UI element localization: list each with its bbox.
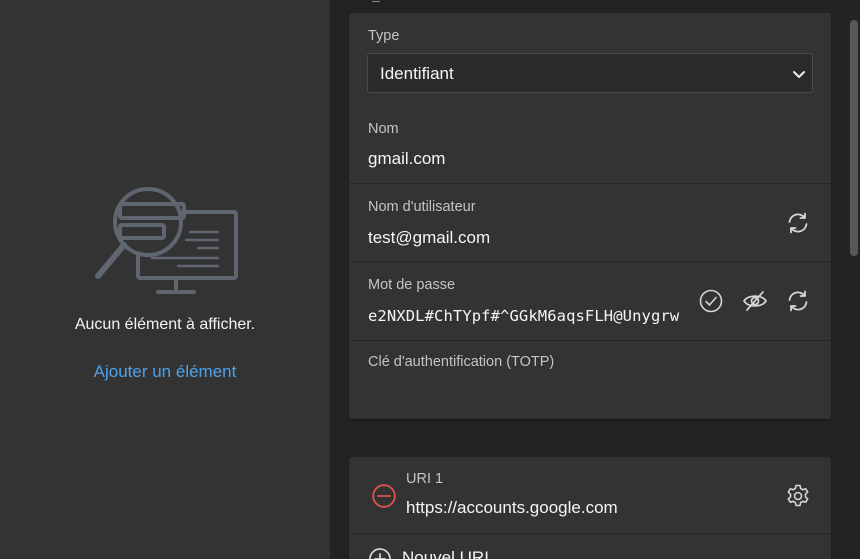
search-screen-illustration-icon — [92, 182, 242, 297]
password-field[interactable]: e2NXDL#ChTYpf#^GGkM6aqsFLH@Unygrw — [368, 307, 679, 325]
add-item-link[interactable]: Ajouter un élément — [0, 362, 330, 382]
password-row[interactable]: Mot de passe e2NXDL#ChTYpf#^GGkM6aqsFLH@… — [349, 262, 831, 341]
username-row[interactable]: Nom d'utilisateur test@gmail.com — [349, 184, 831, 262]
plus-circle-icon[interactable] — [368, 547, 392, 559]
uri-row: URI 1 https://accounts.google.com — [349, 457, 831, 534]
username-label: Nom d'utilisateur — [368, 199, 476, 215]
name-row[interactable]: Nom gmail.com — [349, 109, 831, 184]
uri-label: URI 1 — [406, 471, 444, 487]
item-details-card: Type Identifiant Nom gmail.com Nom d'uti… — [349, 13, 831, 419]
refresh-icon — [788, 290, 808, 312]
generate-password-button[interactable] — [785, 288, 811, 314]
scrollbar[interactable] — [849, 0, 860, 559]
items-list-pane: Aucun élément à afficher. Ajouter un élé… — [0, 0, 330, 559]
gear-icon — [787, 484, 809, 507]
section-header-fragment — [372, 0, 380, 2]
remove-uri-button[interactable] — [371, 483, 396, 508]
chevron-down-icon — [792, 67, 806, 81]
uri-settings-button[interactable] — [785, 483, 811, 509]
name-field[interactable]: gmail.com — [368, 149, 445, 169]
username-field[interactable]: test@gmail.com — [368, 228, 490, 248]
toggle-password-visibility-button[interactable] — [742, 288, 768, 314]
new-uri-button[interactable]: Nouvel URI — [402, 548, 489, 559]
check-circle-icon — [699, 289, 723, 313]
uris-card: URI 1 https://accounts.google.com Nouvel… — [349, 457, 831, 559]
totp-label: Clé d'authentification (TOTP) — [368, 354, 555, 370]
name-label: Nom — [368, 121, 399, 137]
uri-field[interactable]: https://accounts.google.com — [406, 498, 618, 518]
empty-state-message: Aucun élément à afficher. — [74, 316, 256, 333]
eye-slash-icon — [743, 291, 767, 311]
scrollbar-thumb[interactable] — [850, 20, 858, 256]
totp-row[interactable]: Clé d'authentification (TOTP) — [349, 341, 831, 419]
check-password-button[interactable] — [698, 288, 724, 314]
minus-circle-icon — [372, 484, 396, 508]
type-select[interactable]: Identifiant — [367, 53, 813, 93]
refresh-icon — [788, 212, 808, 234]
type-label: Type — [368, 28, 400, 44]
generate-username-button[interactable] — [785, 210, 811, 236]
type-select-value: Identifiant — [380, 64, 454, 83]
type-row: Type Identifiant — [349, 13, 831, 109]
password-label: Mot de passe — [368, 277, 456, 293]
